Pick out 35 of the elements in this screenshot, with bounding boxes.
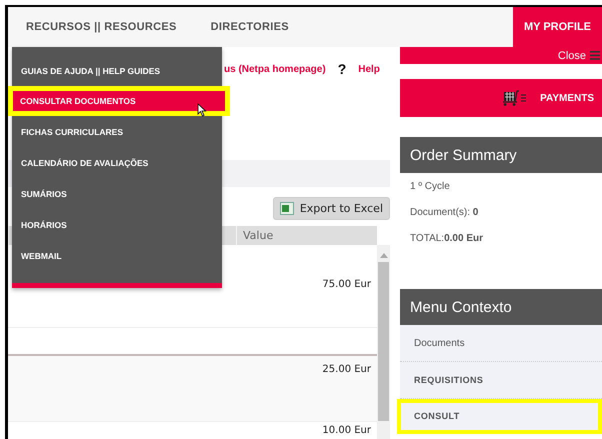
scroll-up-icon[interactable] (380, 253, 388, 258)
dropdown-menu-item[interactable]: CALENDÁRIO DE AVALIAÇÕES (12, 147, 222, 178)
dropdown-menu-item[interactable]: SUMÁRIOS (12, 178, 222, 209)
export-to-excel-button[interactable]: Export to Excel (272, 197, 390, 220)
dropdown-menu-item[interactable]: CONSULTAR DOCUMENTOS (8, 86, 230, 116)
context-menu-header: Menu Contexto (400, 289, 602, 325)
scrollbar-thumb[interactable] (378, 262, 389, 421)
help-mark: ? (338, 61, 346, 77)
cursor-icon (197, 103, 207, 117)
help-link[interactable]: Help (358, 64, 380, 75)
dropdown-menu-item[interactable]: WEBMAIL (12, 240, 222, 271)
nav-menu-item[interactable]: DIRECTORIES (210, 21, 289, 33)
table-cell: 10.00 Eur (322, 425, 371, 437)
scrollbar[interactable] (377, 245, 390, 439)
dropdown-menu-item[interactable]: FICHAS CURRICULARES (12, 116, 222, 147)
table-header-cell: Value (236, 226, 377, 245)
spreadsheet-icon (280, 202, 294, 215)
documents-text: Document(s): 0 (410, 206, 478, 218)
total-text: TOTAL:0.00 Eur (410, 232, 484, 244)
context-menu-item[interactable]: REQUISITIONS (400, 362, 602, 399)
context-menu-item[interactable]: Documents (400, 325, 602, 362)
shopping-cart-icon (502, 89, 528, 107)
dropdown-menu-item[interactable]: GUIAS DE AJUDA || HELP GUIDES (12, 55, 222, 86)
close-link[interactable]: Close (558, 50, 586, 62)
context-menu-item[interactable]: CONSULT (397, 399, 602, 434)
homepage-link[interactable]: us (Netpa homepage) (224, 64, 326, 75)
payments-button[interactable]: PAYMENTS (400, 79, 602, 117)
my-profile-button[interactable]: MY PROFILE (513, 7, 602, 47)
table-cell: 25.00 Eur (322, 364, 371, 376)
order-summary-header: Order Summary (400, 137, 602, 173)
table-cell: 75.00 Eur (322, 279, 371, 291)
nav-menu-item[interactable]: RECURSOS || RESOURCES (26, 21, 177, 33)
cycle-text: 1 º Cycle (409, 180, 451, 194)
dropdown-menu-item[interactable]: HORÁRIOS (12, 209, 222, 240)
menu-icon[interactable] (590, 51, 600, 60)
